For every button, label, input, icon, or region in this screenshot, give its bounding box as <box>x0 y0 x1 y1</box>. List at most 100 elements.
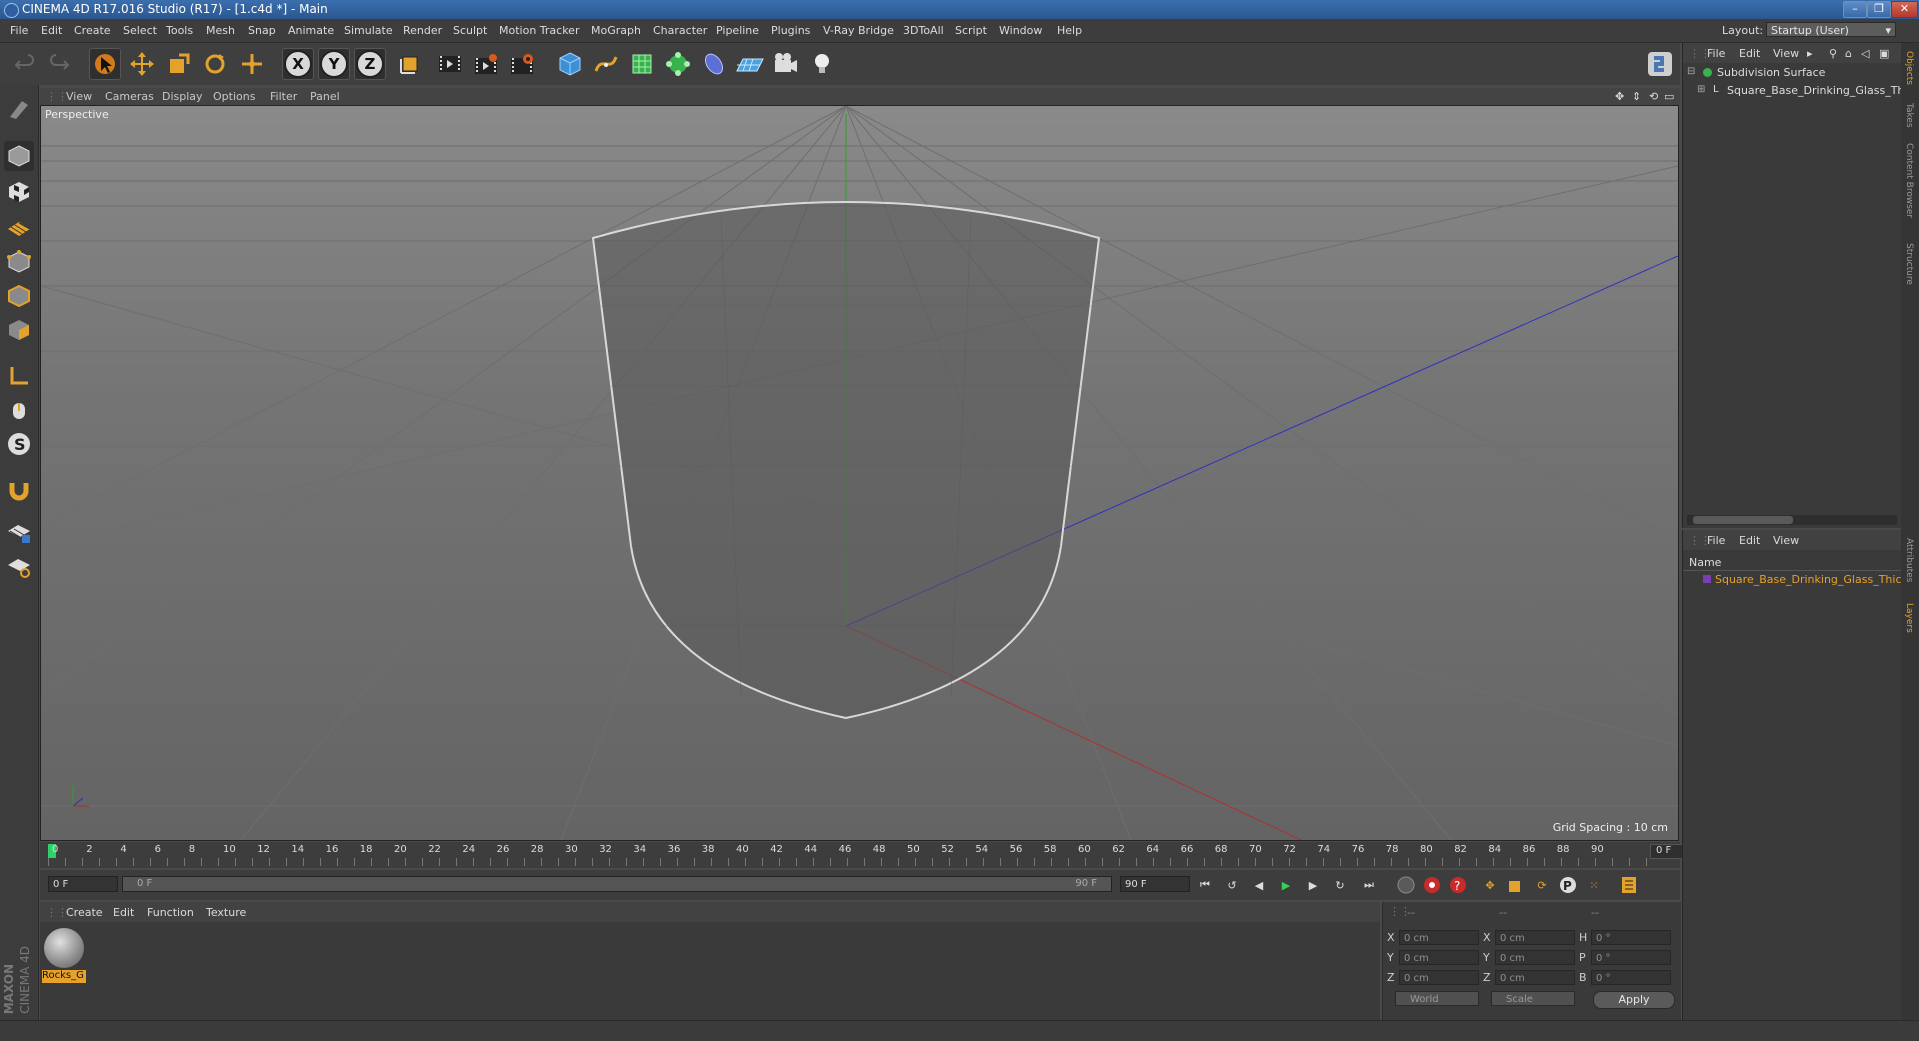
polygons-mode-icon[interactable] <box>4 315 34 345</box>
timeline-ruler[interactable]: 0 2 4 6 8 10 12 14 16 18 20 22 24 26 28 30 32 34 36 38 40 42 4… <box>40 842 1718 868</box>
layer-menu-view[interactable]: View <box>1773 534 1799 547</box>
material-menu-texture[interactable]: Texture <box>206 906 246 919</box>
menu-mograph[interactable]: MoGraph <box>591 24 641 37</box>
redo-icon[interactable] <box>43 48 75 80</box>
restore-button[interactable]: ❐ <box>1867 1 1891 18</box>
object-menu-file[interactable]: File <box>1707 47 1725 60</box>
expand-icon[interactable]: ⊞ <box>1697 84 1705 95</box>
camera-icon[interactable] <box>770 48 802 80</box>
tree-item-glass[interactable]: ⊞ L Square_Base_Drinking_Glass_Thi <box>1683 83 1901 99</box>
workplane-lock-icon[interactable] <box>4 517 34 547</box>
tweak-mode-icon[interactable] <box>4 395 34 425</box>
sculpt-brush-icon[interactable] <box>4 93 34 123</box>
back-icon[interactable]: ◁ <box>1861 47 1869 60</box>
object-menu-edit[interactable]: Edit <box>1739 47 1760 60</box>
cube-icon[interactable] <box>554 48 586 80</box>
viewport-zoom-icon[interactable]: ⇕ <box>1632 90 1641 103</box>
deformer-icon[interactable] <box>698 48 730 80</box>
pos-x-field[interactable]: 0 cm <box>1399 930 1479 945</box>
tree-item-subdivision-surface[interactable]: ⊟ Subdivision Surface <box>1683 65 1901 81</box>
minimize-button[interactable]: – <box>1843 1 1867 18</box>
material-item[interactable]: Rocks_G <box>40 922 90 992</box>
size-mode-dropdown[interactable]: Scale <box>1491 991 1575 1006</box>
live-transform-icon[interactable] <box>236 48 268 80</box>
size-z-field[interactable]: 0 cm <box>1495 970 1575 985</box>
material-menu-edit[interactable]: Edit <box>113 906 134 919</box>
timeline-window-icon[interactable] <box>1617 873 1641 897</box>
menu-select[interactable]: Select <box>123 24 157 37</box>
viewport-maximize-icon[interactable]: ▭ <box>1664 90 1674 103</box>
menu-script[interactable]: Script <box>955 24 987 37</box>
rot-p-field[interactable]: 0 ° <box>1591 950 1671 965</box>
tab-content-browser[interactable]: Content Browser <box>1904 143 1914 218</box>
viewport-menu-filter[interactable]: Filter <box>270 90 297 103</box>
menu-pipeline[interactable]: Pipeline <box>716 24 759 37</box>
workplane-rotate-icon[interactable] <box>4 551 34 581</box>
frame-range-slider[interactable]: 0 F 90 F <box>122 876 1112 892</box>
menu-3dtoall[interactable]: 3DToAll <box>903 24 944 37</box>
x-axis-icon[interactable]: X <box>282 48 314 80</box>
render-picture-viewer-icon[interactable] <box>470 48 502 80</box>
drinking-glass-mesh[interactable] <box>591 201 1101 720</box>
y-axis-icon[interactable]: Y <box>318 48 350 80</box>
python-script-icon[interactable] <box>1643 48 1677 80</box>
key-rotation-icon[interactable]: ⟳ <box>1530 873 1554 897</box>
tab-objects[interactable]: Objects <box>1904 51 1914 85</box>
layer-menu-edit[interactable]: Edit <box>1739 534 1760 547</box>
size-y-field[interactable]: 0 cm <box>1495 950 1575 965</box>
key-pla-icon[interactable]: ⁙ <box>1582 873 1606 897</box>
menu-create[interactable]: Create <box>74 24 111 37</box>
new-panel-icon[interactable]: ▣ <box>1879 47 1889 60</box>
start-frame-field[interactable]: 0 F <box>48 876 118 892</box>
horizontal-scrollbar[interactable] <box>1687 515 1897 525</box>
viewport-menu-panel[interactable]: Panel <box>310 90 340 103</box>
menu-snap[interactable]: Snap <box>248 24 276 37</box>
subdivision-icon[interactable] <box>626 48 658 80</box>
magnet-icon[interactable] <box>4 475 34 505</box>
select-arrow-icon[interactable] <box>89 48 121 80</box>
axis-mode-icon[interactable] <box>4 361 34 391</box>
play-icon[interactable]: ▶ <box>1274 873 1298 897</box>
tab-layers[interactable]: Layers <box>1904 603 1914 633</box>
key-scale-icon[interactable] <box>1504 873 1528 897</box>
light-icon[interactable] <box>806 48 838 80</box>
menu-mesh[interactable]: Mesh <box>206 24 235 37</box>
close-button[interactable]: ✕ <box>1891 1 1918 18</box>
menu-motion-tracker[interactable]: Motion Tracker <box>499 24 579 37</box>
texture-mode-icon[interactable] <box>4 177 34 207</box>
tab-structure[interactable]: Structure <box>1904 243 1914 285</box>
autokey-icon[interactable] <box>1420 873 1444 897</box>
floor-icon[interactable] <box>734 48 766 80</box>
array-icon[interactable] <box>662 48 694 80</box>
scrollbar-thumb[interactable] <box>1693 516 1793 524</box>
layer-item[interactable]: Square_Base_Drinking_Glass_Thic <box>1683 572 1901 588</box>
world-coord-icon[interactable] <box>394 48 426 80</box>
home-icon[interactable]: ⌂ <box>1845 47 1852 60</box>
viewport-menu-display[interactable]: Display <box>162 90 203 103</box>
menu-window[interactable]: Window <box>999 24 1042 37</box>
edges-mode-icon[interactable] <box>4 281 34 311</box>
end-frame-field[interactable]: 90 F <box>1120 876 1190 892</box>
menu-more-icon[interactable]: ▸ <box>1807 47 1813 60</box>
pen-spline-icon[interactable] <box>590 48 622 80</box>
menu-render[interactable]: Render <box>403 24 442 37</box>
key-position-icon[interactable]: ✥ <box>1478 873 1502 897</box>
snap-icon[interactable]: S <box>4 429 34 459</box>
tab-attributes[interactable]: Attributes <box>1904 538 1914 582</box>
render-settings-icon[interactable] <box>506 48 538 80</box>
viewport-menu-view[interactable]: View <box>66 90 92 103</box>
menu-sculpt[interactable]: Sculpt <box>453 24 487 37</box>
viewport-menu-options[interactable]: Options <box>213 90 255 103</box>
key-parameter-icon[interactable]: P <box>1556 873 1580 897</box>
move-icon[interactable] <box>126 48 158 80</box>
layout-dropdown[interactable]: Startup (User) ▾ <box>1766 22 1896 37</box>
step-back-icon[interactable]: ◀ <box>1247 873 1271 897</box>
menu-character[interactable]: Character <box>653 24 707 37</box>
render-view-icon[interactable] <box>434 48 466 80</box>
goto-start-icon[interactable]: ⏮ <box>1193 873 1217 897</box>
menu-edit[interactable]: Edit <box>41 24 62 37</box>
rot-b-field[interactable]: 0 ° <box>1591 970 1671 985</box>
model-mode-icon[interactable] <box>4 141 34 171</box>
tab-takes[interactable]: Takes <box>1904 103 1914 128</box>
perspective-viewport[interactable]: Perspective Grid Spacing : 10 cm <box>40 105 1679 841</box>
